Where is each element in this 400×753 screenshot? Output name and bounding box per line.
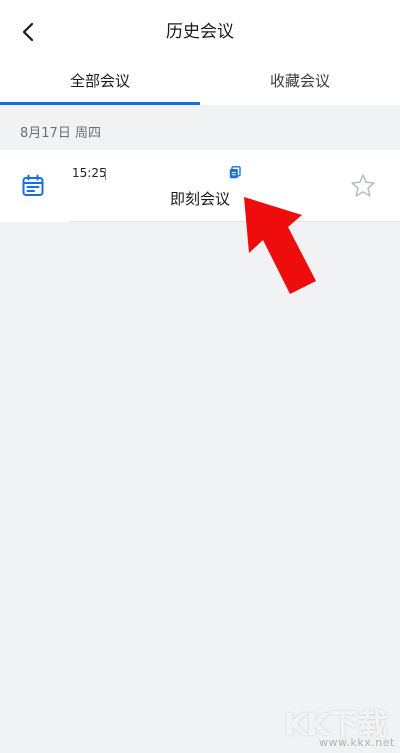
meeting-time: 15:25 (72, 166, 107, 180)
star-outline-icon[interactable] (350, 173, 376, 199)
watermark-url: www.kkx.net (319, 736, 395, 749)
copy-icon[interactable] (229, 166, 241, 179)
annotation-arrow (244, 197, 316, 294)
tab-bar: 全部会议 收藏会议 (0, 62, 400, 105)
time-separator (105, 168, 106, 180)
meeting-list-item[interactable] (0, 150, 400, 222)
meeting-name[interactable]: 即刻会议 (0, 188, 400, 209)
active-tab-indicator (0, 102, 200, 105)
tab-favorite-meetings[interactable]: 收藏会议 (200, 62, 400, 105)
date-group-header: 8月17日 周四 (20, 126, 101, 141)
page-title: 历史会议 (166, 22, 234, 42)
history-meetings-page: 历史会议 全部会议 收藏会议 8月17日 周四 15:25 即刻会议 KK下载 … (0, 0, 400, 753)
top-bar: 历史会议 (0, 0, 400, 62)
tab-all-meetings[interactable]: 全部会议 (0, 62, 200, 105)
